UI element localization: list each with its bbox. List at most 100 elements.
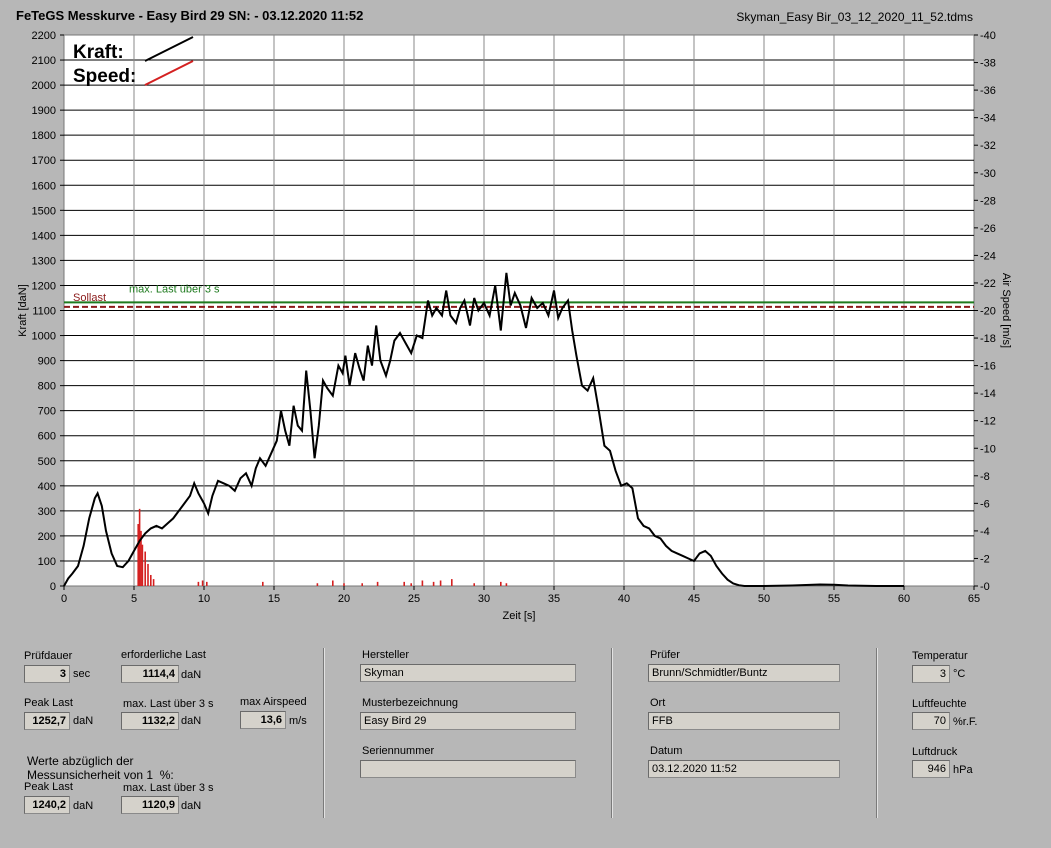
pruefdauer-unit: sec [73,668,91,680]
speed-bar [262,581,264,586]
y-tick-label: 1700 [32,155,56,167]
max-airspeed-field: 13,6 [240,711,286,729]
temperatur-field: 3 [912,665,950,683]
y2-tick-label: -16 [980,361,996,373]
x-tick-label: 20 [338,593,350,605]
x-tick-label: 65 [968,593,980,605]
max-airspeed-label: max Airspeed [240,696,307,708]
speed-bar [332,580,334,586]
pruefer-field: Brunn/Schmidtler/Buntz [648,664,840,682]
max-last-field: 1132,2 [121,712,179,730]
speed-bar [473,583,475,586]
separator [323,648,325,818]
speed-bar [432,581,435,586]
max-last-2-field: 1120,9 [121,796,179,814]
max-last-2-unit: daN [181,800,202,812]
x-tick-label: 30 [478,593,490,605]
speed-bar [150,574,152,586]
separator [611,648,613,818]
ort-field: FFB [648,712,840,730]
x-tick-label: 55 [828,593,840,605]
erforderliche-last-field: 1114,4 [121,665,179,683]
erforderliche-last-label: erforderliche Last [121,649,206,661]
y-tick-label: 2200 [32,30,56,42]
speed-bar [201,580,204,586]
luftfeuchte-field: 70 [912,712,950,730]
y2-tick-label: -34 [980,113,996,125]
speed-bar [141,544,144,586]
hersteller-label: Hersteller [362,649,410,661]
speed-bar [421,580,424,586]
peak-last-label: Peak Last [24,697,73,709]
y-tick-label: 1400 [32,230,56,242]
y2-tick-label: -32 [980,140,996,152]
y-axis-label: Kraft [daN] [17,284,29,337]
x-tick-label: 45 [688,593,700,605]
datum-field: 03.12.2020 11:52 [648,760,840,778]
y-tick-label: 1200 [32,280,56,292]
speed-bar [197,581,200,586]
y-tick-label: 1500 [32,205,56,217]
uncertainty-note: Werte abzüglich der Messunsicherheit von… [27,754,174,782]
info-panel: Prüfdauer 3 sec erforderliche Last 1114,… [0,640,1051,848]
luftfeuchte-label: Luftfeuchte [912,698,967,710]
x-tick-label: 50 [758,593,770,605]
y-tick-label: 300 [38,506,56,518]
y2-tick-label: -36 [980,85,996,97]
y-tick-label: 900 [38,356,56,368]
y-tick-label: 0 [50,581,56,593]
y-tick-label: 500 [38,456,56,468]
y2-tick-label: -18 [980,333,996,345]
y2-tick-label: -28 [980,195,996,207]
speed-bar [147,563,149,586]
luftdruck-field: 946 [912,760,950,778]
y-tick-label: 1000 [32,331,56,343]
force-speed-chart: Sollastmax. Last über 3 s 01002003004005… [17,30,1012,622]
speed-bar [500,581,502,586]
luftfeuchte-unit: %r.F. [953,716,978,728]
luftdruck-unit: hPa [953,764,973,776]
y2-tick-label: -4 [980,526,990,538]
max-last-label: max. Last über 3 s [123,698,214,710]
y-tick-label: 200 [38,531,56,543]
max-last-label: max. Last über 3 s [129,283,220,295]
luftdruck-label: Luftdruck [912,746,958,758]
peak-last-field: 1252,7 [24,712,70,730]
muster-label: Musterbezeichnung [362,697,459,709]
y2-tick-label: -2 [980,553,990,565]
pruefer-label: Prüfer [650,649,680,661]
x-axis-label: Zeit [s] [502,610,535,622]
temperatur-label: Temperatur [912,650,968,662]
peak-last-unit: daN [73,715,94,727]
y-tick-label: 700 [38,406,56,418]
speed-bar [138,508,141,586]
serie-label: Seriennummer [362,745,435,757]
speed-bar [144,551,146,586]
speed-bar [451,579,453,586]
y-tick-label: 1900 [32,105,56,117]
speed-bar [343,583,345,586]
x-tick-label: 5 [131,593,137,605]
speed-bar [410,583,412,586]
y2-tick-label: -8 [980,471,990,483]
y-tick-label: 2100 [32,55,56,67]
speed-bar [152,579,155,586]
y2-tick-label: -20 [980,306,996,318]
y-tick-label: 1600 [32,180,56,192]
max-last-unit: daN [181,715,202,727]
erforderliche-last-unit: daN [181,669,202,681]
x-tick-label: 40 [618,593,630,605]
y2-axis-label: Air Speed [m/s] [1000,273,1012,348]
y-tick-label: 2000 [32,80,56,92]
peak-last-2-field: 1240,2 [24,796,70,814]
temperatur-unit: °C [953,668,966,680]
speed-bar [137,524,139,586]
y2-tick-label: -38 [980,58,996,70]
max-last-2-label: max. Last über 3 s [123,782,214,794]
y2-tick-label: -10 [980,443,996,455]
y-tick-label: 800 [38,381,56,393]
y2-tick-label: -22 [980,278,996,290]
speed-bar [439,580,442,586]
x-tick-label: 10 [198,593,210,605]
max-airspeed-unit: m/s [289,715,307,727]
